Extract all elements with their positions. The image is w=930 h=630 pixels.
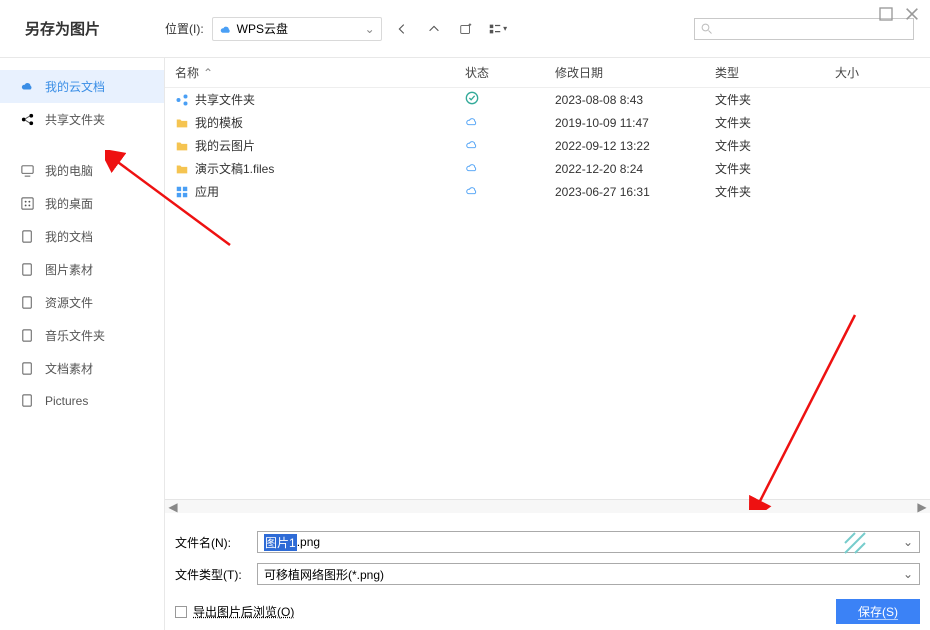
file-date: 2022-09-12 13:22 — [555, 139, 715, 153]
cloud-icon — [219, 24, 233, 34]
file-name: 演示文稿1.files — [195, 160, 274, 177]
filename-label: 文件名(N): — [175, 534, 257, 551]
file-icon — [175, 162, 189, 176]
filename-input[interactable]: 图片1.png ⌄ — [257, 531, 920, 553]
file-date: 2023-08-08 8:43 — [555, 93, 715, 107]
sidebar-item-label: 图片素材 — [45, 261, 93, 278]
file-date: 2023-06-27 16:31 — [555, 185, 715, 199]
file-name: 我的模板 — [195, 114, 243, 131]
sidebar-item-label: 我的云文档 — [45, 78, 105, 95]
file-date: 2019-10-09 11:47 — [555, 116, 715, 130]
sidebar-item-pictures[interactable]: Pictures — [0, 385, 164, 416]
filetype-label: 文件类型(T): — [175, 566, 257, 583]
location-label: 位置(I): — [165, 20, 204, 37]
file-type: 文件夹 — [715, 160, 835, 177]
file-list-header: 名称 ⌃ 状态 修改日期 类型 大小 — [165, 58, 930, 88]
up-button[interactable] — [422, 17, 446, 41]
location-select[interactable]: WPS云盘 ⌄ — [212, 17, 382, 41]
close-button[interactable] — [904, 6, 920, 22]
scroll-right-icon[interactable]: ▶ — [916, 501, 928, 513]
sidebar-item-label: 我的桌面 — [45, 195, 93, 212]
status-icon — [465, 162, 479, 176]
sidebar-item-resources[interactable]: 资源文件 — [0, 286, 164, 319]
chevron-down-icon: ⌄ — [365, 22, 375, 36]
col-status[interactable]: 状态 — [465, 64, 555, 81]
checkbox-icon — [175, 606, 187, 618]
file-type: 文件夹 — [715, 137, 835, 154]
sidebar-item-shared[interactable]: 共享文件夹 — [0, 103, 164, 136]
status-icon — [465, 139, 479, 153]
sidebar-item-music[interactable]: 音乐文件夹 — [0, 319, 164, 352]
save-button[interactable]: 保存(S) — [836, 599, 920, 624]
file-icon — [175, 93, 189, 107]
col-type[interactable]: 类型 — [715, 64, 835, 81]
status-icon — [465, 185, 479, 199]
sidebar-item-pictures-material[interactable]: 图片素材 — [0, 253, 164, 286]
sidebar-item-label: 共享文件夹 — [45, 111, 105, 128]
sidebar-item-label: 我的电脑 — [45, 162, 93, 179]
sidebar-item-label: 我的文档 — [45, 228, 93, 245]
file-icon — [175, 185, 189, 199]
table-row[interactable]: 共享文件夹 2023-08-08 8:43文件夹 — [165, 88, 930, 111]
scrollbar-horizontal[interactable]: ◀ ▶ — [165, 499, 930, 513]
file-type: 文件夹 — [715, 183, 835, 200]
status-icon — [465, 94, 479, 108]
chevron-down-icon[interactable]: ⌄ — [903, 567, 913, 581]
file-name: 应用 — [195, 183, 219, 200]
sidebar-item-label: 文档素材 — [45, 360, 93, 377]
table-row[interactable]: 应用 2023-06-27 16:31文件夹 — [165, 180, 930, 203]
filetype-select[interactable]: 可移植网络图形(*.png) ⌄ — [257, 563, 920, 585]
table-row[interactable]: 演示文稿1.files 2022-12-20 8:24文件夹 — [165, 157, 930, 180]
search-icon — [701, 23, 713, 35]
sidebar: 我的云文档 共享文件夹 我的电脑 我的桌面 我的文档 图片素材 — [0, 58, 165, 630]
maximize-button[interactable] — [878, 6, 894, 22]
window-title: 另存为图片 — [25, 18, 165, 39]
file-icon — [175, 116, 189, 130]
sidebar-item-label: 资源文件 — [45, 294, 93, 311]
table-row[interactable]: 我的模板 2019-10-09 11:47文件夹 — [165, 111, 930, 134]
scroll-left-icon[interactable]: ◀ — [167, 501, 179, 513]
file-name: 共享文件夹 — [195, 91, 255, 108]
sidebar-item-doc-material[interactable]: 文档素材 — [0, 352, 164, 385]
col-date[interactable]: 修改日期 — [555, 64, 715, 81]
col-size[interactable]: 大小 — [835, 64, 930, 81]
view-mode-button[interactable]: ▾ — [486, 17, 510, 41]
sidebar-item-documents[interactable]: 我的文档 — [0, 220, 164, 253]
chevron-down-icon[interactable]: ⌄ — [903, 535, 913, 549]
location-value: WPS云盘 — [237, 20, 288, 37]
new-folder-button[interactable] — [454, 17, 478, 41]
file-type: 文件夹 — [715, 114, 835, 131]
back-button[interactable] — [390, 17, 414, 41]
sidebar-item-label: 音乐文件夹 — [45, 327, 105, 344]
col-name[interactable]: 名称 ⌃ — [165, 64, 465, 81]
export-browse-checkbox[interactable]: 导出图片后浏览(O) — [175, 603, 294, 620]
table-row[interactable]: 我的云图片 2022-09-12 13:22文件夹 — [165, 134, 930, 157]
status-icon — [465, 116, 479, 130]
file-icon — [175, 139, 189, 153]
sidebar-item-label: Pictures — [45, 394, 88, 408]
file-name: 我的云图片 — [195, 137, 255, 154]
sidebar-item-cloud-docs[interactable]: 我的云文档 — [0, 70, 164, 103]
file-type: 文件夹 — [715, 91, 835, 108]
file-date: 2022-12-20 8:24 — [555, 162, 715, 176]
sidebar-item-desktop[interactable]: 我的桌面 — [0, 187, 164, 220]
file-list[interactable]: 共享文件夹2023-08-08 8:43文件夹我的模板2019-10-09 11… — [165, 88, 930, 499]
sidebar-item-computer[interactable]: 我的电脑 — [0, 154, 164, 187]
